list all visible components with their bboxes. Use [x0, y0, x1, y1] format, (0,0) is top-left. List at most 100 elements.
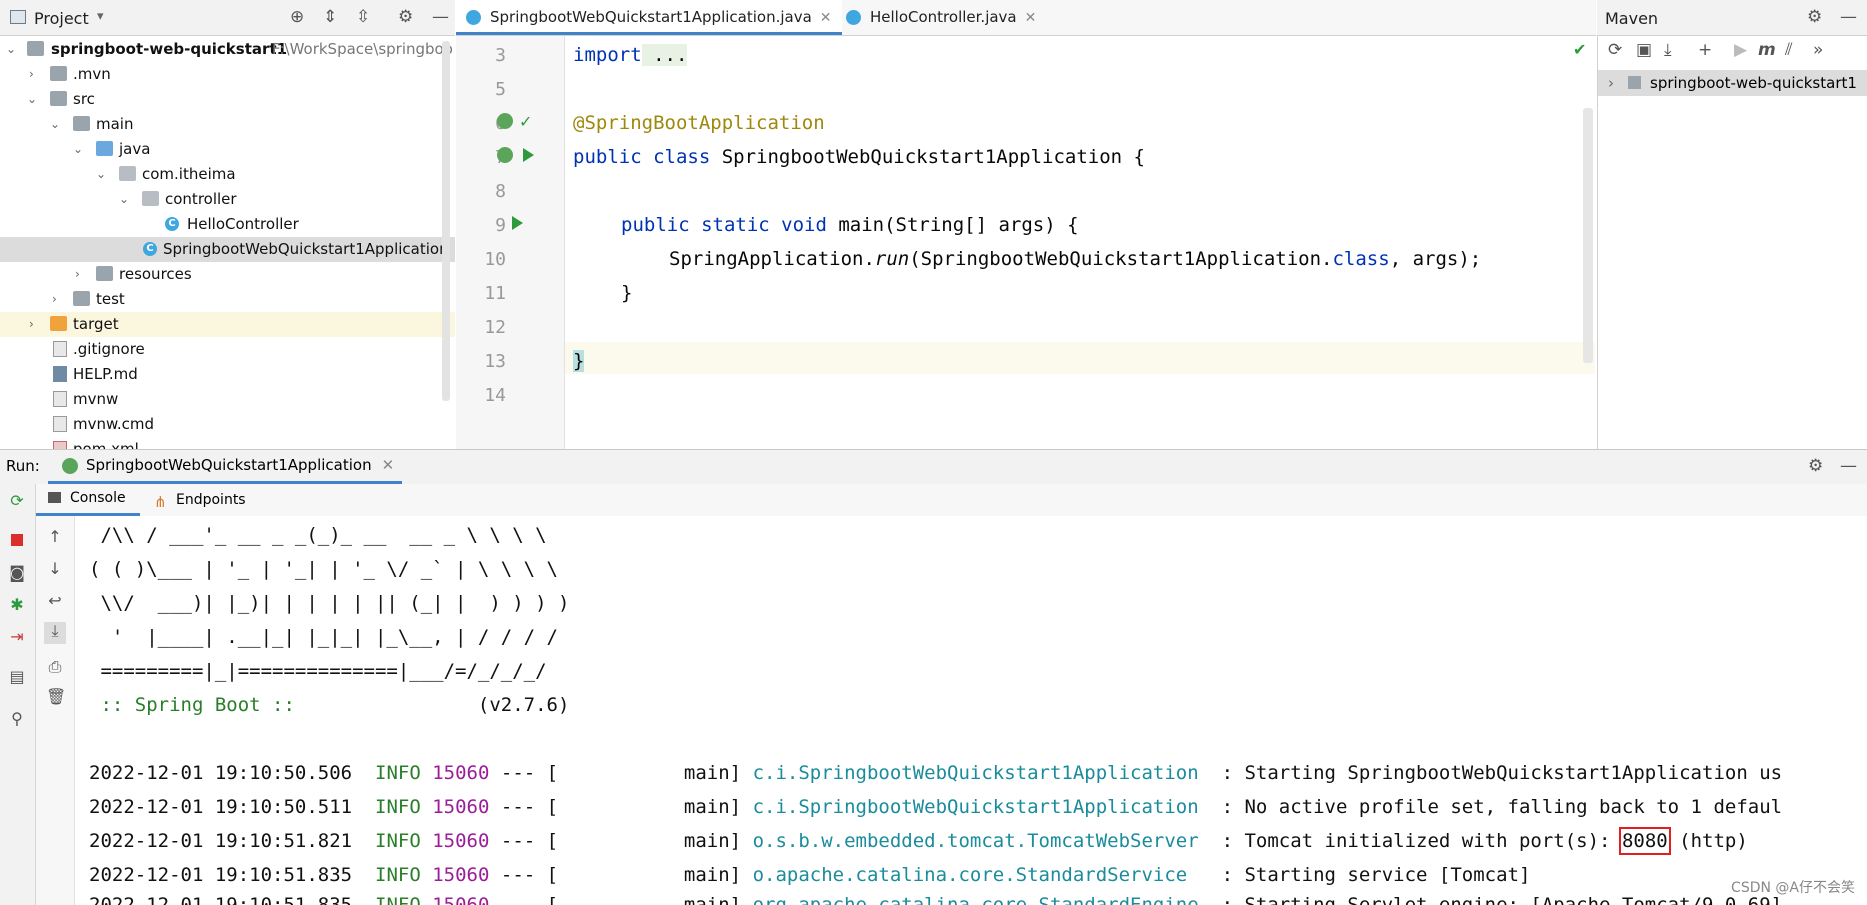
chevron-down-icon[interactable]: ⌄ — [50, 112, 60, 137]
locate-icon[interactable]: ⊕ — [290, 7, 304, 27]
chevron-down-icon[interactable]: ⌄ — [96, 162, 106, 187]
tree-item-resources[interactable]: › resources — [0, 262, 455, 287]
run-toolbar: Run: SpringbootWebQuickstart1Application… — [0, 449, 1867, 485]
chevron-right-icon[interactable]: › — [75, 262, 80, 287]
plus-icon[interactable]: + — [1698, 40, 1712, 60]
class-icon — [466, 10, 481, 25]
run-config-tab[interactable]: SpringbootWebQuickstart1Application ✕ — [48, 450, 403, 484]
maven-panel: ⟳ ▣ ⤓ + ▶ m ⫽ » › springboot-web-quickst… — [1597, 36, 1867, 449]
gear-icon[interactable]: ⚙ — [398, 7, 413, 27]
chevron-down-icon[interactable]: ⌄ — [119, 187, 129, 212]
exit-icon[interactable]: ⇥ — [8, 628, 26, 646]
spring-boot-label: :: Spring Boot :: — [89, 694, 307, 716]
trash-icon[interactable]: 🗑 — [46, 688, 66, 706]
bean-icon[interactable] — [497, 147, 513, 163]
chevron-right-icon[interactable]: › — [52, 287, 57, 312]
download-icon[interactable]: ⤓ — [1664, 40, 1672, 60]
print-icon[interactable]: ⎙ — [46, 658, 64, 676]
minimize-icon[interactable]: — — [1840, 456, 1857, 476]
tree-item-target[interactable]: › target — [0, 312, 455, 337]
debug-icon[interactable]: ✱ — [8, 596, 26, 614]
run-icon[interactable] — [523, 148, 534, 162]
run-icon[interactable] — [512, 216, 523, 230]
chevron-down-icon[interactable]: ▾ — [97, 9, 104, 24]
chevron-down-icon[interactable]: ⌄ — [27, 87, 37, 112]
code-editor[interactable]: import ... @SpringBootApplication public… — [565, 36, 1595, 449]
tree-item-pom[interactable]: pom.xml — [0, 437, 455, 449]
project-panel-header: Project ▾ ⊕ ⇕ ⇳ ⚙ — — [0, 0, 455, 36]
tree-item-hellocontroller[interactable]: C HelloController — [0, 212, 455, 237]
tree-item-application[interactable]: C SpringbootWebQuickstart1Application — [0, 237, 455, 262]
tree-item-src[interactable]: ⌄ src — [0, 87, 455, 112]
folded-imports[interactable]: ... — [641, 44, 688, 66]
package-icon — [142, 191, 159, 206]
tab-endpoints[interactable]: ⋔ Endpoints — [146, 484, 256, 516]
editor-scrollbar[interactable] — [1583, 108, 1593, 363]
maven-module-icon — [1628, 76, 1641, 89]
execute-goal-icon[interactable]: m — [1758, 40, 1776, 60]
close-icon[interactable]: ✕ — [1025, 10, 1037, 26]
tree-item-mvnw[interactable]: mvnw — [0, 387, 455, 412]
minimize-icon[interactable]: — — [432, 7, 449, 27]
tab-console[interactable]: Console — [36, 484, 140, 516]
pin-icon[interactable]: ⚲ — [8, 710, 26, 728]
maven-project-item[interactable]: › springboot-web-quickstart1 — [1598, 70, 1867, 96]
reload-icon[interactable]: ⟳ — [1608, 40, 1622, 60]
tree-item-package[interactable]: ⌄ com.itheima — [0, 162, 455, 187]
down-arrow-icon[interactable]: ↓ — [46, 560, 64, 578]
chevron-right-icon[interactable]: › — [29, 62, 34, 87]
rerun-icon[interactable]: ⟳ — [8, 492, 26, 510]
gear-icon[interactable]: ⚙ — [1808, 456, 1823, 476]
chevron-down-icon[interactable]: ⌄ — [73, 137, 83, 162]
stop-icon[interactable] — [8, 532, 26, 550]
tree-item-java[interactable]: ⌄ java — [0, 137, 455, 162]
tree-item-gitignore[interactable]: .gitignore — [0, 337, 455, 362]
tree-item-controller[interactable]: ⌄ controller — [0, 187, 455, 212]
tree-item-label: src — [73, 90, 95, 108]
up-arrow-icon[interactable]: ↑ — [46, 528, 64, 546]
camera-icon[interactable]: ◙ — [8, 564, 26, 582]
run-maven-icon[interactable]: ▶ — [1734, 40, 1747, 60]
current-line-highlight — [565, 342, 1595, 374]
spring-boot-version: (v2.7.6) — [306, 694, 570, 716]
chevron-right-icon[interactable]: › — [29, 312, 34, 337]
tree-item-main[interactable]: ⌄ main — [0, 112, 455, 137]
tree-item-mvn[interactable]: › .mvn — [0, 62, 455, 87]
minimize-icon[interactable]: — — [1840, 7, 1857, 27]
console-output[interactable]: /\\ / ___'_ __ _ _(_)_ __ __ _ \ \ \ \ (… — [75, 516, 1867, 905]
skip-tests-icon[interactable]: ⫽ — [1785, 40, 1793, 60]
tree-item-test[interactable]: › test — [0, 287, 455, 312]
expand-all-icon[interactable]: ⇕ — [323, 7, 337, 27]
run-config-label: SpringbootWebQuickstart1Application — [86, 456, 372, 474]
tab-application-java[interactable]: SpringbootWebQuickstart1Application.java… — [456, 0, 842, 35]
close-icon[interactable]: ✕ — [382, 456, 395, 474]
tree-item-help[interactable]: HELP.md — [0, 362, 455, 387]
tree-item-mvnw-cmd[interactable]: mvnw.cmd — [0, 412, 455, 437]
folder-icon — [50, 66, 67, 81]
log-level: INFO — [375, 796, 421, 818]
tree-item-root[interactable]: ⌄ springboot-web-quickstart1 F:\WorkSpac… — [0, 37, 455, 62]
chevron-down-icon[interactable]: ⌄ — [6, 37, 16, 62]
tree-item-label: target — [73, 315, 119, 333]
gear-icon[interactable]: ⚙ — [1807, 7, 1822, 27]
generate-sources-icon[interactable]: ▣ — [1636, 40, 1652, 60]
class-icon — [846, 10, 861, 25]
maven-panel-title: Maven — [1605, 9, 1659, 28]
tab-hellocontroller-java[interactable]: HelloController.java ✕ — [836, 0, 1046, 35]
code-token: (SpringbootWebQuickstart1Application. — [909, 248, 1333, 270]
tree-item-label: controller — [165, 190, 237, 208]
layout-icon[interactable]: ▤ — [8, 668, 26, 686]
tree-scrollbar[interactable] — [442, 41, 450, 401]
bean-icon[interactable] — [497, 113, 513, 129]
check-icon[interactable]: ✓ — [519, 112, 532, 131]
more-icon[interactable]: » — [1813, 40, 1823, 60]
soft-wrap-icon[interactable]: ↩ — [46, 592, 64, 610]
code-line-13: } — [573, 350, 585, 372]
log-timestamp: 2022-12-01 19:10:51.835 — [89, 864, 353, 886]
line-number: 3 — [495, 45, 506, 66]
collapse-all-icon[interactable]: ⇳ — [356, 7, 370, 27]
chevron-right-icon[interactable]: › — [1608, 70, 1614, 96]
close-icon[interactable]: ✕ — [820, 10, 832, 26]
project-panel-title[interactable]: Project — [34, 9, 89, 28]
scroll-to-end-icon[interactable]: ⤓ — [44, 622, 66, 644]
